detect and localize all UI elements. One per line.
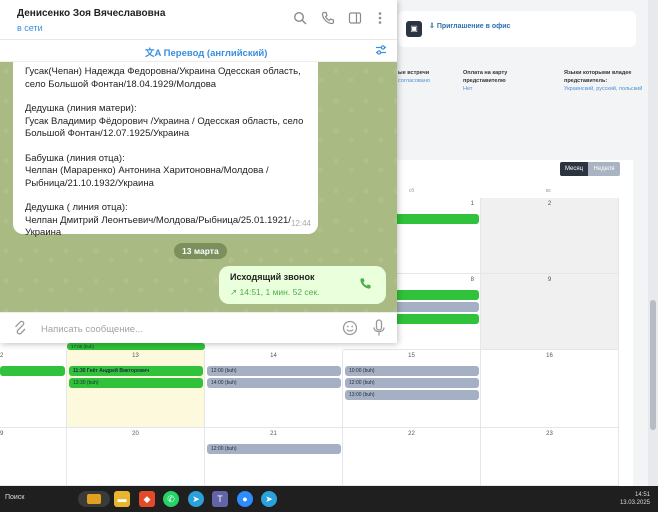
message-paragraph: Дедушка ( линия отца): Челпан Дмитрий Ле… — [25, 202, 291, 238]
translate-button[interactable]: 文A Перевод (английский) — [145, 45, 267, 59]
taskbar-search-label[interactable]: Поиск — [5, 494, 24, 501]
whatsapp-icon[interactable]: ✆ — [163, 491, 179, 507]
view-month-button[interactable]: Месяц — [560, 162, 588, 176]
search-icon[interactable] — [292, 11, 308, 27]
calendar-event[interactable]: 14:00 (buh) — [207, 378, 341, 388]
message-paragraph: Бабушка (линия отца): Челпан (Мараренко)… — [25, 152, 269, 189]
taskbar: Поиск ▬ ◆ ✆ ➤ T ● ➤ 14:51 13.03.2025 — [0, 486, 658, 512]
weekday-sun: вс — [545, 188, 552, 194]
day-cell[interactable]: 9 — [0, 428, 67, 486]
phone-icon[interactable] — [320, 11, 336, 27]
day-number: 23 — [546, 431, 553, 437]
more-icon[interactable] — [372, 11, 388, 27]
office-icon: ▣ — [406, 21, 422, 37]
outgoing-call-message[interactable]: Исходящий звонок ↗ 14:51, 1 мин. 52 сек. — [219, 266, 386, 304]
telegram-secondary-icon[interactable]: ➤ — [261, 491, 277, 507]
calendar-event[interactable]: 13:00 (buh) — [345, 390, 479, 400]
info-meetings: ые встречи согласовано — [398, 69, 430, 85]
messenger-icon[interactable]: ● — [237, 491, 253, 507]
invite-link[interactable]: ⇩ Приглашение в офис — [429, 22, 510, 30]
info-label: ые встречи — [398, 70, 430, 76]
clock-time: 14:51 — [634, 492, 650, 498]
day-number: 20 — [132, 431, 139, 437]
call-title: Исходящий звонок — [230, 272, 315, 282]
day-cell[interactable]: 15 10:00 (buh) 12:00 (buh) 13:00 (buh) — [343, 350, 481, 428]
message-paragraph: Дедушка (линия матери): Гусак Владимир Ф… — [25, 103, 304, 139]
day-cell[interactable]: 22 — [343, 428, 481, 486]
message-time: 12:44 — [290, 218, 311, 228]
calendar-event[interactable] — [0, 366, 65, 376]
translate-bar[interactable]: 文A Перевод (английский) — [0, 40, 397, 62]
call-back-phone-icon[interactable] — [359, 277, 373, 291]
day-cell[interactable]: 16 — [481, 350, 619, 428]
info-value: Нет — [463, 86, 473, 92]
message-input[interactable] — [41, 320, 321, 338]
incoming-message[interactable]: Гусак(Чепан) Надежда Федоровна/Украина О… — [13, 62, 318, 238]
sidebar-toggle-icon[interactable] — [347, 11, 363, 27]
contact-status: в сети — [17, 23, 43, 33]
telegram-window: Денисенко Зоя Вячеславовна в сети 文A Пер… — [0, 0, 397, 343]
message-paragraph: Гусак(Чепан) Надежда Федоровна/Украина О… — [25, 66, 301, 90]
telegram-icon[interactable]: ➤ — [188, 491, 204, 507]
chat-area[interactable]: Гусак(Чепан) Надежда Федоровна/Украина О… — [0, 62, 397, 312]
calendar-event[interactable]: 10:00 (buh) — [345, 366, 479, 376]
day-number: 9 — [547, 277, 552, 283]
outgoing-arrow-icon: ↗ — [230, 287, 238, 297]
info-value: Украинский, русский, польский — [564, 86, 643, 92]
day-number: 14 — [270, 353, 277, 359]
info-value: согласовано — [398, 78, 430, 84]
day-number: 22 — [408, 431, 415, 437]
calendar-event[interactable]: 17:00 (buh) — [67, 343, 205, 350]
day-number: 16 — [546, 353, 553, 359]
day-number: 2 — [547, 201, 552, 207]
info-label: Оплата на карту представителю — [463, 70, 508, 84]
info-payment: Оплата на карту представителю Нет — [463, 69, 543, 93]
contact-name[interactable]: Денисенко Зоя Вячеславовна — [17, 8, 165, 19]
calendar-event[interactable]: 13:30 (buh) — [69, 378, 203, 388]
message-composer — [0, 312, 397, 343]
teams-icon[interactable]: T — [212, 491, 228, 507]
day-number: 9 — [0, 431, 4, 437]
day-cell[interactable]: 9 — [481, 274, 619, 350]
microphone-icon[interactable] — [372, 319, 388, 337]
day-number: 21 — [270, 431, 277, 437]
view-week-button[interactable]: Неделя — [588, 162, 620, 176]
info-label: Языки которыми владее представитель: — [564, 70, 632, 84]
invite-card[interactable]: ▣ ⇩ Приглашение в офис — [398, 11, 636, 47]
day-cell[interactable]: 21 12:00 (buh) — [205, 428, 343, 486]
translate-icon: 文A — [145, 48, 162, 59]
chat-header[interactable]: Денисенко Зоя Вячеславовна в сети — [0, 0, 397, 40]
translate-settings-icon[interactable] — [374, 44, 388, 58]
day-number: 2 — [0, 353, 4, 359]
day-cell[interactable]: 23 — [481, 428, 619, 486]
brave-browser-icon[interactable]: ◆ — [139, 491, 155, 507]
calendar-event[interactable]: 12:00 (buh) — [345, 378, 479, 388]
calendar-event[interactable]: 12:00 (buh) — [207, 444, 341, 454]
info-languages: Языки которыми владее представитель: Укр… — [564, 69, 648, 93]
call-detail: ↗ 14:51, 1 мин. 52 сек. — [230, 287, 320, 297]
file-explorer-icon[interactable]: ▬ — [114, 491, 130, 507]
day-cell-today[interactable]: 13 11:30 Гнёт Андрей Викторович 13:30 (b… — [67, 350, 205, 428]
attach-icon[interactable] — [13, 320, 29, 336]
day-number: 15 — [408, 353, 415, 359]
system-clock[interactable]: 14:51 13.03.2025 — [620, 491, 650, 507]
calendar-event[interactable]: 11:30 Гнёт Андрей Викторович — [69, 366, 203, 376]
day-cell[interactable]: 2 — [481, 198, 619, 274]
emoji-icon[interactable] — [342, 320, 358, 336]
search-highlight-icon — [87, 494, 101, 504]
day-cell[interactable]: 14 12:00 (buh) 14:00 (buh) — [205, 350, 343, 428]
day-cell[interactable]: 2 — [0, 350, 67, 428]
scrollbar-thumb[interactable] — [650, 300, 656, 430]
taskbar-search-box[interactable] — [78, 491, 110, 507]
calendar-event[interactable]: 12:00 (buh) — [207, 366, 341, 376]
day-number: 13 — [132, 353, 139, 359]
day-cell[interactable]: 20 — [67, 428, 205, 486]
clock-date: 13.03.2025 — [619, 500, 650, 506]
date-separator: 13 марта — [174, 243, 227, 259]
